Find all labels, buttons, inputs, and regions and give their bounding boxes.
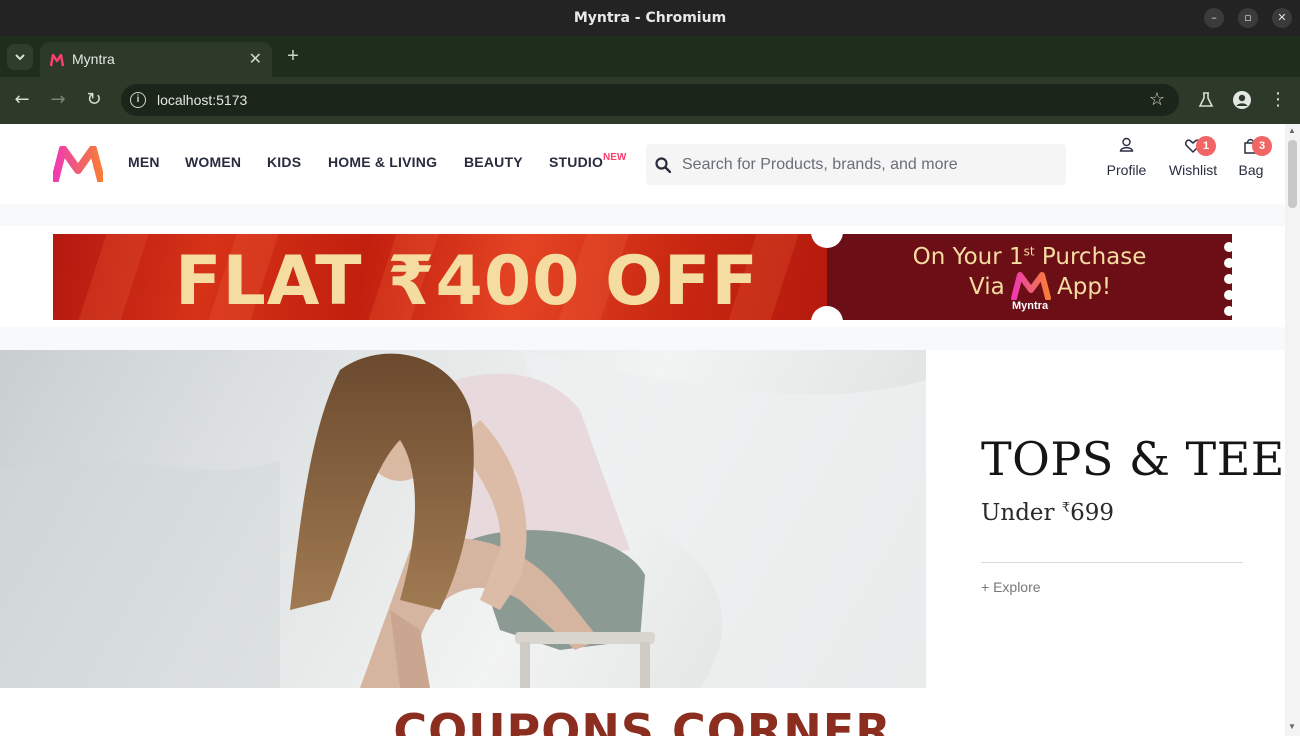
promo-banner[interactable]: FLAT ₹400 OFF On Your 1st Purchase Via M… xyxy=(53,234,1232,320)
tab-title: Myntra xyxy=(72,51,115,67)
new-tab-button[interactable]: + xyxy=(283,44,303,68)
page-scrollbar[interactable]: ▲ ▼ xyxy=(1285,124,1300,736)
profile-icon xyxy=(1119,137,1134,152)
myntra-logo-icon[interactable] xyxy=(53,146,103,182)
maximize-button[interactable]: ▫ xyxy=(1238,8,1258,28)
promo-offer-panel: FLAT ₹400 OFF xyxy=(53,234,827,320)
hero-section: TOPS & TEES Under ₹699 + Explore xyxy=(0,350,1285,688)
bag-label: Bag xyxy=(1238,162,1264,178)
url-text[interactable]: localhost:5173 xyxy=(157,92,247,108)
back-icon[interactable]: ← xyxy=(10,88,34,112)
nav-studio[interactable]: STUDIO xyxy=(549,154,603,170)
scroll-down-arrow-icon[interactable]: ▼ xyxy=(1288,722,1296,731)
hero-divider xyxy=(981,562,1243,563)
search-input[interactable] xyxy=(682,144,1052,185)
nav-women[interactable]: WOMEN xyxy=(185,154,241,170)
promo-headline: FLAT ₹400 OFF xyxy=(175,242,759,320)
wishlist-label: Wishlist xyxy=(1168,162,1218,178)
nav-men[interactable]: MEN xyxy=(128,154,160,170)
hero-title: TOPS & TEES xyxy=(981,432,1285,486)
browser-toolbar: ← → ↻ i localhost:5173 ☆ ⋮ xyxy=(0,77,1300,124)
promo-app-panel: On Your 1st Purchase Via Myntra App! xyxy=(827,234,1232,320)
myntra-app-logo-icon xyxy=(1011,272,1051,300)
address-bar[interactable]: i localhost:5173 ☆ xyxy=(121,84,1179,116)
kebab-menu-icon[interactable]: ⋮ xyxy=(1266,88,1290,112)
labs-flask-icon[interactable] xyxy=(1194,88,1218,112)
model-photo-illustration xyxy=(0,350,926,688)
search-box[interactable] xyxy=(646,144,1066,185)
tab-strip: Myntra ✕ + xyxy=(0,36,1300,77)
search-icon[interactable] xyxy=(655,157,671,173)
promo-via-text: Via xyxy=(969,274,1005,300)
bookmark-star-icon[interactable]: ☆ xyxy=(1149,89,1165,110)
bag-count-badge: 3 xyxy=(1252,136,1272,156)
nav-kids[interactable]: KIDS xyxy=(267,154,301,170)
coupons-corner-heading: COUPONS CORNER xyxy=(393,704,892,736)
nav-home-living[interactable]: HOME & LIVING xyxy=(328,154,437,170)
profile-button[interactable]: Profile xyxy=(1106,136,1147,178)
site-header: MEN WOMEN KIDS HOME & LIVING BEAUTY STUD… xyxy=(0,124,1285,204)
reload-icon[interactable]: ↻ xyxy=(82,88,106,112)
scroll-thumb[interactable] xyxy=(1288,140,1297,208)
profile-avatar-icon[interactable] xyxy=(1230,88,1254,112)
promo-logo-caption: Myntra xyxy=(1012,300,1049,312)
promo-app-text: App! xyxy=(1057,274,1112,300)
wishlist-button[interactable]: Wishlist 1 xyxy=(1167,136,1219,178)
tab-close-icon[interactable]: ✕ xyxy=(249,49,262,69)
scroll-up-arrow-icon[interactable]: ▲ xyxy=(1288,126,1296,135)
browser-tab[interactable]: Myntra ✕ xyxy=(40,42,272,77)
minimize-button[interactable]: – xyxy=(1204,8,1224,28)
window-title: Myntra - Chromium xyxy=(573,10,727,26)
explore-link[interactable]: + Explore xyxy=(981,579,1041,595)
profile-label: Profile xyxy=(1106,162,1147,178)
promo-purchase-line: On Your 1st Purchase xyxy=(912,244,1147,270)
nav-beauty[interactable]: BEAUTY xyxy=(464,154,523,170)
close-window-button[interactable]: ✕ xyxy=(1272,8,1292,28)
tab-search-button[interactable] xyxy=(7,44,33,70)
window-titlebar: Myntra - Chromium – ▫ ✕ xyxy=(0,0,1300,36)
bag-button[interactable]: Bag 3 xyxy=(1236,136,1272,178)
page-viewport: MEN WOMEN KIDS HOME & LIVING BEAUTY STUD… xyxy=(0,124,1285,736)
wishlist-count-badge: 1 xyxy=(1196,136,1216,156)
studio-new-badge: NEW xyxy=(603,152,627,163)
hero-model-image[interactable] xyxy=(0,350,926,688)
myntra-favicon-icon xyxy=(50,53,64,67)
chevron-down-icon xyxy=(15,54,25,61)
forward-icon[interactable]: → xyxy=(46,88,70,112)
hero-price-line: Under ₹699 xyxy=(981,500,1115,526)
site-info-icon[interactable]: i xyxy=(130,92,146,108)
